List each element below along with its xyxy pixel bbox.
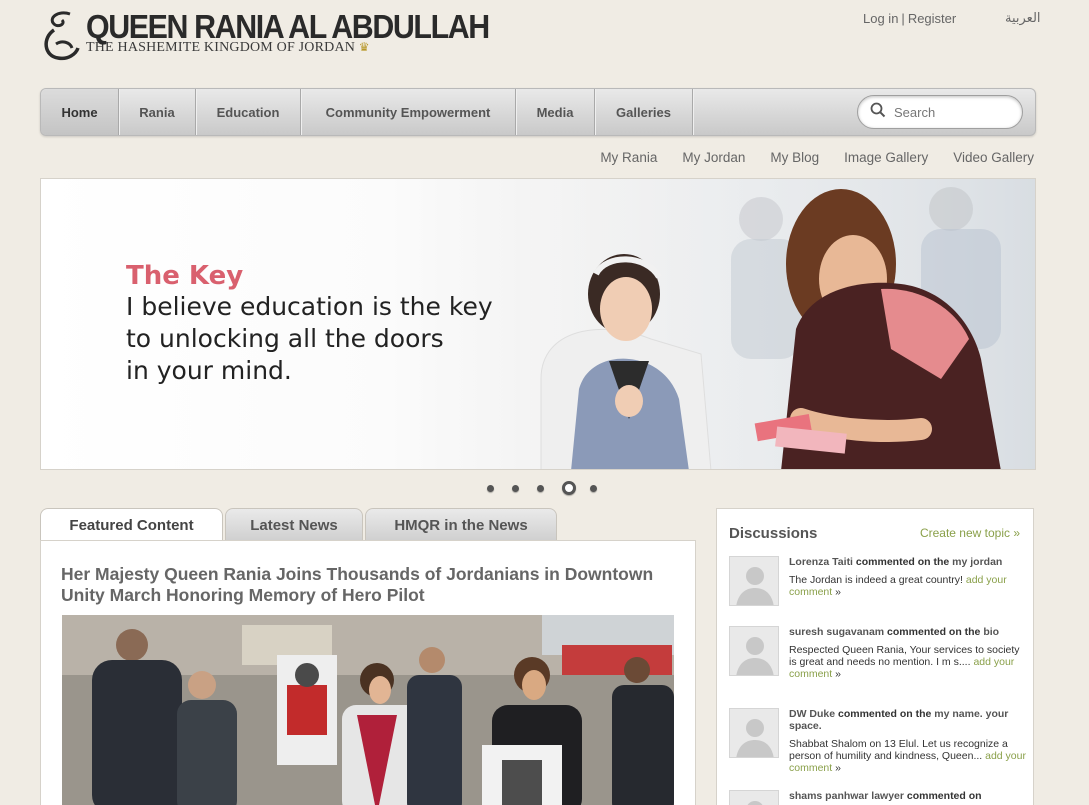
register-link[interactable]: Register [908,11,956,26]
hero-quote: I believe education is the key to unlock… [126,291,566,387]
content-tabs: Featured Content Latest News HMQR in the… [40,508,559,542]
avatar[interactable] [729,790,779,805]
comment-user[interactable]: suresh sugavanam [789,626,884,638]
nav-education[interactable]: Education [196,89,301,135]
subnav-image-gallery[interactable]: Image Gallery [844,150,928,165]
hero-heading: The Key [126,261,244,291]
article-image[interactable] [62,615,674,805]
slider-pagination [487,481,615,495]
tab-latest-news[interactable]: Latest News [225,508,363,541]
search-box [857,95,1023,129]
slide-dot[interactable] [487,484,494,492]
avatar[interactable] [729,708,779,758]
secondary-nav: My Rania My Jordan My Blog Image Gallery… [575,150,1034,165]
comment-topic[interactable]: my jordan [952,556,1002,568]
search-input[interactable] [894,104,1004,120]
calligraphy-logo-icon [40,8,82,64]
featured-content-panel: Her Majesty Queen Rania Joins Thousands … [40,540,696,805]
nav-media[interactable]: Media [516,89,595,135]
discussions-panel: Discussions Create new topic » Lorenza T… [716,508,1034,805]
avatar[interactable] [729,626,779,676]
create-topic-link[interactable]: Create new topic » [920,526,1020,540]
slide-dot[interactable] [537,484,544,492]
login-link[interactable]: Log in [863,11,898,26]
article-title[interactable]: Her Majesty Queen Rania Joins Thousands … [61,564,681,606]
comment-user[interactable]: shams panhwar lawyer [789,790,904,802]
nav-rania[interactable]: Rania [119,89,196,135]
tab-featured-content[interactable]: Featured Content [40,508,223,542]
avatar[interactable] [729,556,779,606]
slide-dot[interactable] [590,484,597,492]
subnav-my-rania[interactable]: My Rania [600,150,657,165]
site-logo[interactable]: QUEEN RANIA AL ABDULLAH THE HASHEMITE KI… [40,8,524,64]
tab-hmqr-in-the-news[interactable]: HMQR in the News [365,508,557,541]
subnav-my-jordan[interactable]: My Jordan [682,150,745,165]
slide-dot-active[interactable] [562,481,576,495]
nav-galleries[interactable]: Galleries [595,89,693,135]
hero-quote-line: in your mind. [126,356,292,385]
arabic-language-link[interactable]: العربية [1005,11,1041,26]
hero-quote-line: I believe education is the key [126,292,493,321]
slide-dot[interactable] [512,484,519,492]
hero-quote-line: to unlocking all the doors [126,324,444,353]
subnav-my-blog[interactable]: My Blog [770,150,819,165]
comment-topic[interactable]: bio [983,626,999,638]
comment-user[interactable]: Lorenza Taiti [789,556,853,568]
search-icon[interactable] [870,102,886,122]
hero-slider[interactable]: The Key I believe education is the key t… [40,178,1036,470]
main-nav: Home Rania Education Community Empowerme… [40,88,1036,136]
subnav-video-gallery[interactable]: Video Gallery [953,150,1034,165]
nav-home[interactable]: Home [41,89,119,135]
site-title: QUEEN RANIA AL ABDULLAH [86,8,490,45]
comment-user[interactable]: DW Duke [789,708,835,720]
hero-photo [501,179,1035,469]
account-links: Log in | Register [863,11,957,26]
nav-community-empowerment[interactable]: Community Empowerment [301,89,516,135]
discussions-title: Discussions [729,525,818,542]
